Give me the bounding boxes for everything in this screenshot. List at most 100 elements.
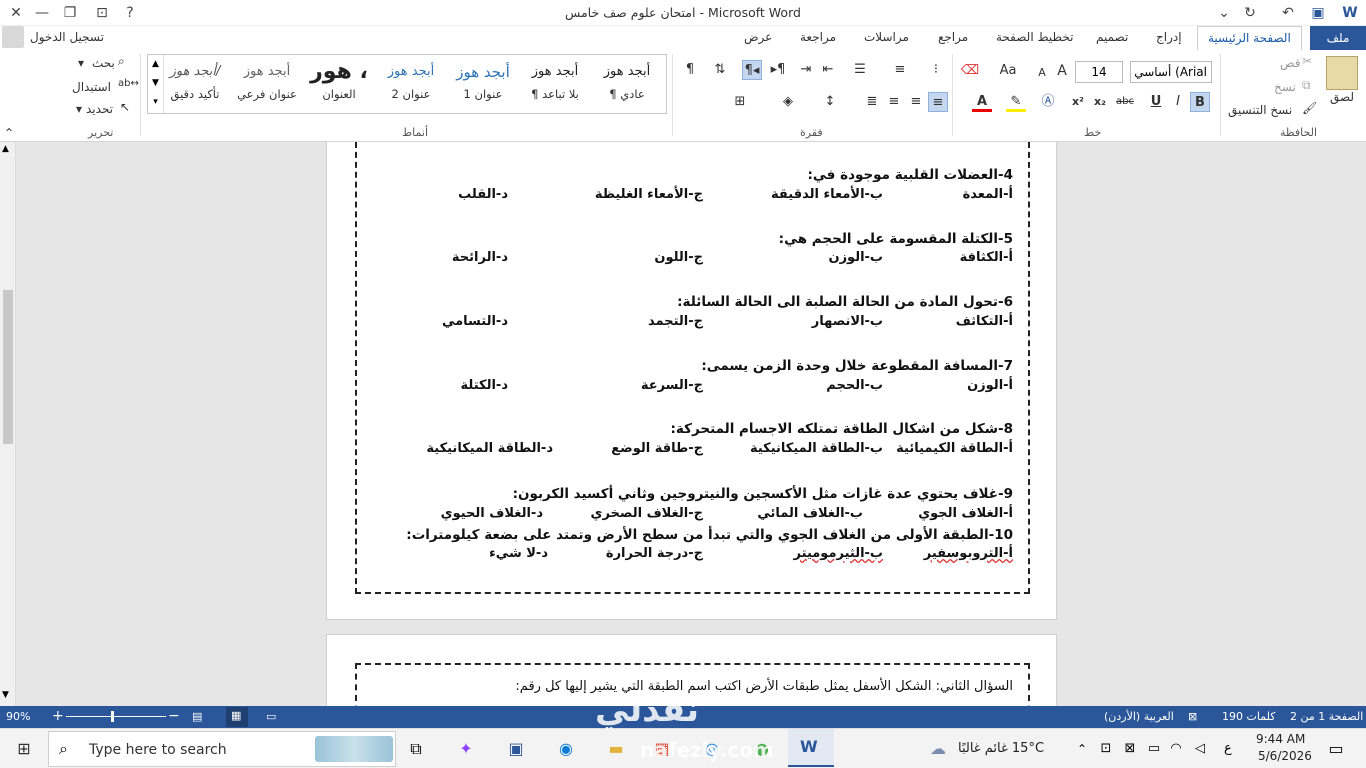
align-left-icon[interactable]: ≡	[884, 92, 904, 112]
borders-icon[interactable]: ⊞	[730, 92, 750, 112]
notifications-icon[interactable]: ▭	[1324, 737, 1348, 761]
subscript-button[interactable]: x₂	[1090, 92, 1110, 112]
option-d[interactable]: د-لا شيء	[489, 546, 548, 561]
tab-references[interactable]: مراجع	[938, 30, 968, 44]
word-taskbar-button[interactable]: W	[788, 729, 834, 767]
option-c[interactable]: ج-الغلاف الصخري	[591, 506, 703, 521]
multilevel-list-icon[interactable]: ☰	[850, 60, 870, 80]
app-icon[interactable]: ▣	[504, 737, 528, 761]
save-icon[interactable]: ▣	[1306, 2, 1330, 24]
windows-start-icon[interactable]: ⊞	[12, 737, 36, 761]
option-b[interactable]: ب-الغلاف المائي	[757, 506, 863, 521]
option-a[interactable]: أ-المعدة	[963, 187, 1013, 202]
sign-in-link[interactable]: تسجيل الدخول	[30, 30, 104, 44]
text-effects-icon[interactable]: Ⓐ	[1038, 92, 1058, 112]
font-name-select[interactable]: أساسي (Arial	[1130, 61, 1212, 83]
question-text[interactable]: 10-الطبقة الأولى من الغلاف الجوي والتي ت…	[406, 527, 1013, 543]
style-subtle-emphasis[interactable]: أبجد هوز/ تأكيد دقيق	[160, 57, 230, 113]
zoom-slider[interactable]	[66, 716, 166, 717]
option-a[interactable]: أ-الطاقة الكيميائية	[896, 441, 1013, 456]
strikethrough-button[interactable]: abc	[1112, 92, 1138, 112]
styles-scroll-controls[interactable]: ▲ ▼ ▾	[148, 55, 164, 113]
question-text[interactable]: 6-تحول المادة من الحالة الصلبة الى الحال…	[677, 294, 1013, 310]
option-c[interactable]: ج-اللون	[654, 250, 703, 265]
tab-home[interactable]: الصفحة الرئيسية	[1197, 26, 1302, 50]
option-c[interactable]: ج-التجمد	[648, 314, 703, 329]
weather-icon[interactable]: ☁	[926, 737, 950, 761]
option-d[interactable]: د-الرائحة	[452, 250, 508, 265]
style-title[interactable]: هور ، العنوان	[304, 57, 374, 113]
tab-file[interactable]: ملف	[1310, 26, 1366, 50]
line-spacing-icon[interactable]: ↕	[820, 92, 840, 112]
italic-button[interactable]: I	[1168, 92, 1188, 112]
zoom-out-icon[interactable]: −	[168, 708, 180, 724]
weather-text[interactable]: 15°C غائم غالبًا	[958, 741, 1044, 756]
rtl-direction-icon[interactable]: ¶◂	[742, 60, 762, 80]
collapse-ribbon-icon[interactable]: ⌃	[4, 126, 14, 140]
scroll-up-icon[interactable]: ▲	[2, 144, 9, 154]
tab-mailings[interactable]: مراسلات	[864, 30, 909, 44]
option-b[interactable]: ب-الأمعاء الدقيقة	[771, 187, 883, 202]
change-case-button[interactable]: Aa	[998, 61, 1018, 81]
tab-layout[interactable]: تخطيط الصفحة	[996, 30, 1073, 44]
pilcrow-icon[interactable]: ¶	[680, 60, 700, 80]
tab-insert[interactable]: إدراج	[1156, 30, 1182, 44]
question-text[interactable]: 5-الكتلة المقسومة على الحجم هي:	[779, 231, 1013, 247]
find-button[interactable]: بحث	[92, 56, 115, 70]
user-avatar-icon[interactable]	[2, 26, 24, 48]
tab-review[interactable]: مراجعة	[800, 30, 836, 44]
select-button[interactable]: تحديد	[86, 102, 113, 116]
option-a[interactable]: أ-الكثافة	[960, 250, 1013, 265]
option-a[interactable]: أ-الوزن	[967, 378, 1013, 393]
center-icon[interactable]: ≡	[906, 92, 926, 112]
option-c[interactable]: ج-درجة الحرارة	[606, 546, 703, 561]
option-b[interactable]: ب-الطاقة الميكانيكية	[750, 441, 883, 456]
zoom-level[interactable]: 90%	[6, 710, 30, 723]
find-dropdown-icon[interactable]: ▾	[78, 56, 84, 70]
font-color-icon[interactable]: A	[972, 92, 992, 112]
read-mode-icon[interactable]: ▭	[266, 710, 276, 723]
print-layout-button[interactable]: ▦	[226, 707, 248, 727]
wifi-icon[interactable]: ◠	[1164, 737, 1188, 761]
copilot-icon[interactable]: ✦	[454, 737, 478, 761]
language-indicator[interactable]: العربية (الأردن)	[1104, 710, 1174, 723]
bold-button[interactable]: B	[1190, 92, 1210, 112]
superscript-button[interactable]: x²	[1068, 92, 1088, 112]
shrink-font-button[interactable]: A	[1032, 63, 1052, 83]
highlight-color-icon[interactable]: ✎	[1006, 92, 1026, 112]
style-no-spacing[interactable]: أبجد هوز ¶ بلا تباعد	[520, 57, 590, 113]
grow-font-button[interactable]: A	[1052, 61, 1072, 81]
zoom-slider-thumb[interactable]	[111, 711, 114, 722]
question-text[interactable]: 9-غلاف يحتوي عدة غازات مثل الأكسجين والن…	[513, 486, 1013, 502]
document-page[interactable]: 4-العضلات القلبية موجودة في: أ-المعدة ب-…	[326, 142, 1057, 620]
edge-icon[interactable]: ◉	[554, 737, 578, 761]
copy-button[interactable]: نسخ	[1274, 80, 1296, 94]
option-d[interactable]: د-التسامي	[442, 314, 508, 329]
redo-icon[interactable]: ↻	[1238, 2, 1262, 24]
option-a[interactable]: أ-الغلاف الجوي	[918, 506, 1013, 521]
styles-gallery[interactable]: أبجد هوز ¶ عادي أبجد هوز ¶ بلا تباعد أبج…	[147, 54, 667, 114]
question-heading[interactable]: السؤال الثاني: الشكل الأسفل يمثل طبقات ا…	[515, 679, 1013, 694]
scroll-thumb[interactable]	[3, 290, 13, 444]
paste-button[interactable]: لصق	[1330, 90, 1354, 104]
option-c[interactable]: ج-الأمعاء الغليظة	[595, 187, 703, 202]
replace-button[interactable]: استبدال	[72, 80, 111, 94]
format-painter-button[interactable]: نسخ التنسيق	[1228, 103, 1292, 117]
tab-view[interactable]: عرض	[744, 30, 772, 44]
style-heading-1[interactable]: أبجد هوز عنوان 1	[448, 57, 518, 113]
option-d[interactable]: د-الكتلة	[461, 378, 508, 393]
volume-icon[interactable]: ◁	[1188, 737, 1212, 761]
question-text[interactable]: 8-شكل من اشكال الطاقة تمتلكه الاجسام الم…	[671, 421, 1013, 437]
undo-icon[interactable]: ↶	[1276, 2, 1300, 24]
paste-icon[interactable]	[1326, 56, 1358, 90]
bullets-icon[interactable]: ⁝	[926, 60, 946, 80]
battery-icon[interactable]: ▭	[1142, 737, 1166, 761]
clock-date[interactable]: 5/6/2026	[1258, 749, 1312, 763]
underline-button[interactable]: U	[1146, 92, 1166, 112]
cut-button[interactable]: قص	[1280, 56, 1300, 70]
question-text[interactable]: 7-المسافة المقطوعة خلال وحدة الزمن يسمى:	[701, 358, 1013, 374]
tray-icon[interactable]: ⊠	[1118, 737, 1142, 761]
style-subtitle[interactable]: أبجد هوز عنوان فرعي	[232, 57, 302, 113]
option-b[interactable]: ب-الحجم	[826, 378, 883, 393]
task-view-icon[interactable]: ⧉	[404, 737, 428, 761]
